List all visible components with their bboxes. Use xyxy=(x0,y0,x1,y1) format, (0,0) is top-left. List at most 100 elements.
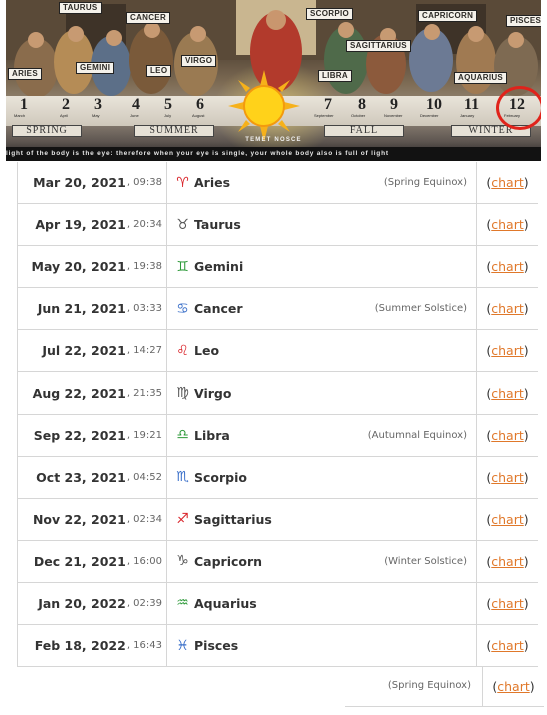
season-summer: SUMMER xyxy=(134,125,214,137)
month-name: December xyxy=(420,113,439,118)
month-number: 3 xyxy=(94,96,102,113)
date-cell: Jan 20, 2022, 02:39 xyxy=(17,582,167,625)
sign-name: Aries xyxy=(194,175,231,191)
month-name: August xyxy=(192,113,205,118)
zodiac-sign-icon: ♊ xyxy=(176,258,189,275)
chart-link[interactable]: chart xyxy=(491,259,524,274)
zodiac-banner: TAURUS CANCER SCORPIO CAPRICORN PISCES G… xyxy=(6,0,541,161)
chart-link[interactable]: chart xyxy=(491,343,524,358)
zodiac-label-aquarius: AQUARIUS xyxy=(454,72,508,84)
month-number: 4 xyxy=(132,96,140,113)
month-number: 8 xyxy=(358,96,366,113)
sign-name: Libra xyxy=(194,427,230,443)
month-number: 1 xyxy=(20,96,28,113)
chart-cell: (chart) xyxy=(486,469,529,485)
month-number: 7 xyxy=(324,96,332,113)
event-label: (Spring Equinox) xyxy=(387,680,471,691)
date-cell: Sep 22, 2021, 19:21 xyxy=(17,414,167,456)
date-cell: Dec 21, 2021, 16:00 xyxy=(17,540,167,582)
zodiac-label-virgo: VIRGO xyxy=(181,55,217,67)
sign-cell: ♐ Sagittarius xyxy=(167,498,477,540)
date-cell: May 20, 2021, 19:38 xyxy=(17,246,167,288)
chart-cell: (chart) xyxy=(486,427,529,443)
zodiac-label-pisces: PISCES xyxy=(506,15,541,27)
sign-cell: ♍ Virgo xyxy=(167,372,477,414)
sign-cell: ♑ Capricorn (Winter Solstice) xyxy=(167,540,477,582)
extra-row: (Spring Equinox) (chart) xyxy=(345,666,544,707)
event-label: (Spring Equinox) xyxy=(383,177,467,189)
month-name: May xyxy=(92,113,100,118)
table-row: Aug 22, 2021, 21:35 ♍ Virgo (chart) xyxy=(17,372,538,415)
chart-link[interactable]: chart xyxy=(491,596,524,611)
zodiac-label-libra: LIBRA xyxy=(318,70,352,82)
month-number: 11 xyxy=(464,96,480,113)
zodiac-label-sagittarius: SAGITTARIUS xyxy=(346,40,411,52)
sign-cell: ♎ Libra (Autumnal Equinox) xyxy=(167,414,477,456)
chart-link[interactable]: chart xyxy=(491,386,524,401)
date-text: Mar 20, 2021 xyxy=(33,175,126,191)
month-name: April xyxy=(60,113,69,118)
zodiac-sign-icon: ♎ xyxy=(176,427,189,444)
chart-cell: (chart) xyxy=(486,385,529,401)
date-cell: Oct 23, 2021, 04:52 xyxy=(17,456,167,498)
chart-cell: (chart) xyxy=(482,666,544,707)
date-text: May 20, 2021 xyxy=(31,259,126,275)
table-row: Jun 21, 2021, 03:33 ♋ Cancer (Summer Solsti… xyxy=(17,288,538,331)
chart-link[interactable]: chart xyxy=(497,679,530,694)
sign-cell: ♋ Cancer (Summer Solstice) xyxy=(167,288,477,330)
month-number: 5 xyxy=(164,96,172,113)
month-number: 2 xyxy=(62,96,70,113)
chart-link[interactable]: chart xyxy=(491,638,524,653)
zodiac-label-cancer: CANCER xyxy=(126,12,171,24)
month-number: 10 xyxy=(426,96,442,113)
date-cell: Nov 22, 2021, 02:34 xyxy=(17,498,167,540)
sign-name: Pisces xyxy=(194,638,239,654)
highlight-ring xyxy=(496,86,541,130)
sign-cell: ♓ Pisces xyxy=(167,625,477,667)
chart-link[interactable]: chart xyxy=(491,175,524,190)
month-name: June xyxy=(130,113,139,118)
chart-link[interactable]: chart xyxy=(491,512,524,527)
date-cell: Feb 18, 2022, 16:43 xyxy=(17,625,167,667)
month-name: March xyxy=(14,113,26,118)
chart-link[interactable]: chart xyxy=(491,470,524,485)
sign-cell: ♈ Aries (Spring Equinox) xyxy=(167,162,477,204)
chart-link[interactable]: chart xyxy=(491,301,524,316)
time-text: , 02:34 xyxy=(126,513,162,525)
table-row: Dec 21, 2021, 16:00 ♑ Capricorn (Winter Sol… xyxy=(17,540,538,583)
zodiac-dates-table: Mar 20, 2021, 09:38 ♈ Aries (Spring Equinox… xyxy=(17,162,538,668)
chart-cell: (chart) xyxy=(486,511,529,527)
date-text: Dec 21, 2021 xyxy=(33,553,126,569)
chart-link[interactable]: chart xyxy=(491,554,524,569)
time-text: , 21:35 xyxy=(126,387,162,399)
month-number: 6 xyxy=(196,96,204,113)
zodiac-label-capricorn: CAPRICORN xyxy=(418,10,478,22)
chart-link[interactable]: chart xyxy=(491,217,524,232)
chart-cell: (chart) xyxy=(486,301,529,317)
zodiac-label-gemini: GEMINI xyxy=(76,62,115,74)
month-name: November xyxy=(384,113,403,118)
month-name: July xyxy=(164,113,172,118)
date-text: Aug 22, 2021 xyxy=(32,385,126,401)
date-cell: Jul 22, 2021, 14:27 xyxy=(17,330,167,372)
date-text: Feb 18, 2022 xyxy=(34,638,126,654)
sign-name: Capricorn xyxy=(194,553,263,569)
date-text: Nov 22, 2021 xyxy=(32,511,126,527)
date-text: Jul 22, 2021 xyxy=(42,343,126,359)
time-text: , 14:27 xyxy=(126,345,162,357)
chart-link[interactable]: chart xyxy=(491,428,524,443)
zodiac-sign-icon: ♋ xyxy=(176,300,189,317)
date-cell: Mar 20, 2021, 09:38 xyxy=(17,162,167,204)
table-row: May 20, 2021, 19:38 ♊ Gemini (chart) xyxy=(17,246,538,289)
zodiac-sign-icon: ♑ xyxy=(176,553,189,570)
table-row: Sep 22, 2021, 19:21 ♎ Libra (Autumnal Equin… xyxy=(17,414,538,457)
chart-cell: (chart) xyxy=(486,175,529,191)
zodiac-sign-icon: ♐ xyxy=(176,511,189,528)
season-fall: FALL xyxy=(324,125,404,137)
sign-name: Leo xyxy=(194,343,220,359)
sign-name: Gemini xyxy=(194,259,244,275)
zodiac-sign-icon: ♓ xyxy=(176,637,189,654)
sign-name: Scorpio xyxy=(194,469,247,485)
time-text: , 16:43 xyxy=(126,640,162,652)
month-name: October xyxy=(351,113,366,118)
